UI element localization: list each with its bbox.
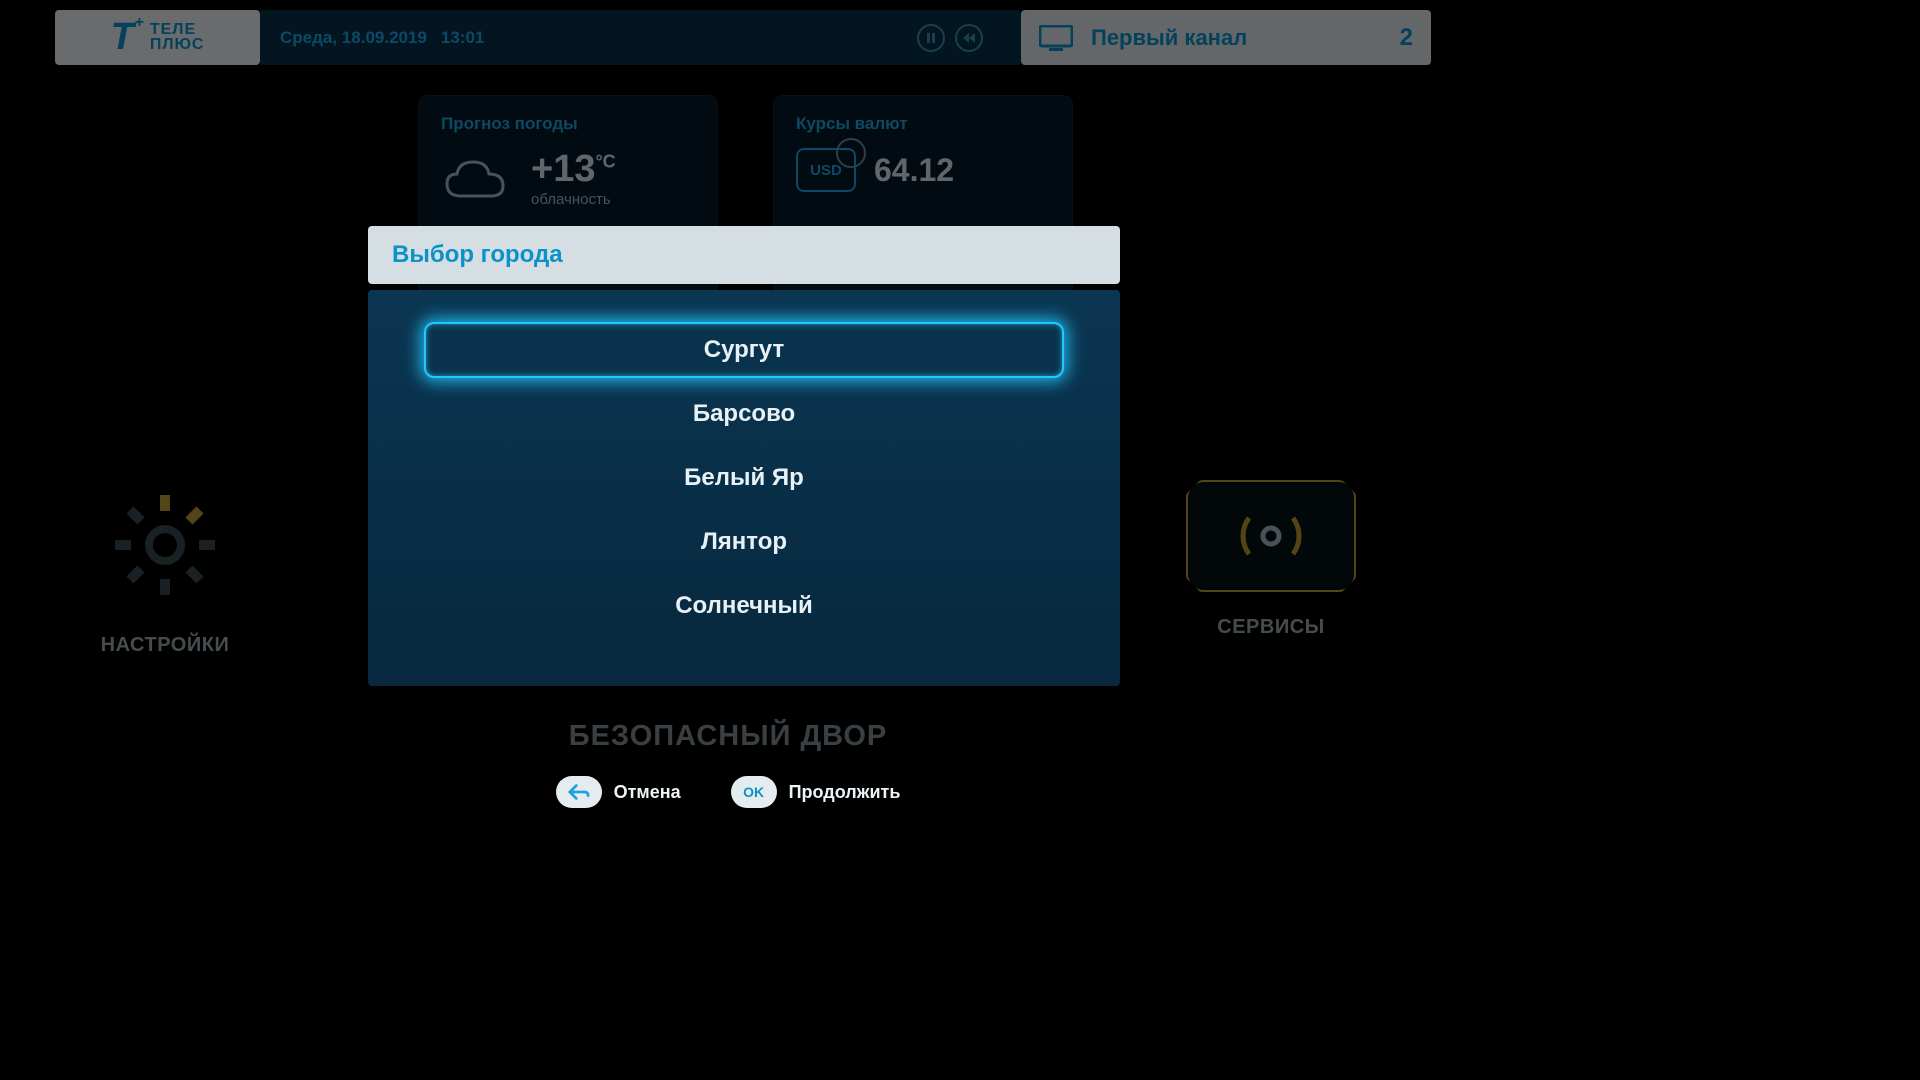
city-option-1[interactable]: Барсово [424,386,1064,442]
city-option-4[interactable]: Солнечный [424,578,1064,634]
continue-button[interactable]: OK Продолжить [731,776,901,808]
continue-label: Продолжить [789,782,901,803]
footer-actions: Отмена OK Продолжить [0,776,1456,808]
modal-title: Выбор города [392,241,563,269]
city-option-2[interactable]: Белый Яр [424,450,1064,506]
back-icon [556,776,602,808]
city-select-modal: Выбор города Сургут Барсово Белый Яр Лян… [368,226,1120,686]
city-option-3[interactable]: Лянтор [424,514,1064,570]
modal-body: Сургут Барсово Белый Яр Лянтор Солнечный [368,290,1120,686]
modal-header: Выбор города [368,226,1120,284]
ok-badge: OK [731,776,777,808]
cancel-label: Отмена [614,782,681,803]
cancel-button[interactable]: Отмена [556,776,681,808]
city-option-0[interactable]: Сургут [424,322,1064,378]
